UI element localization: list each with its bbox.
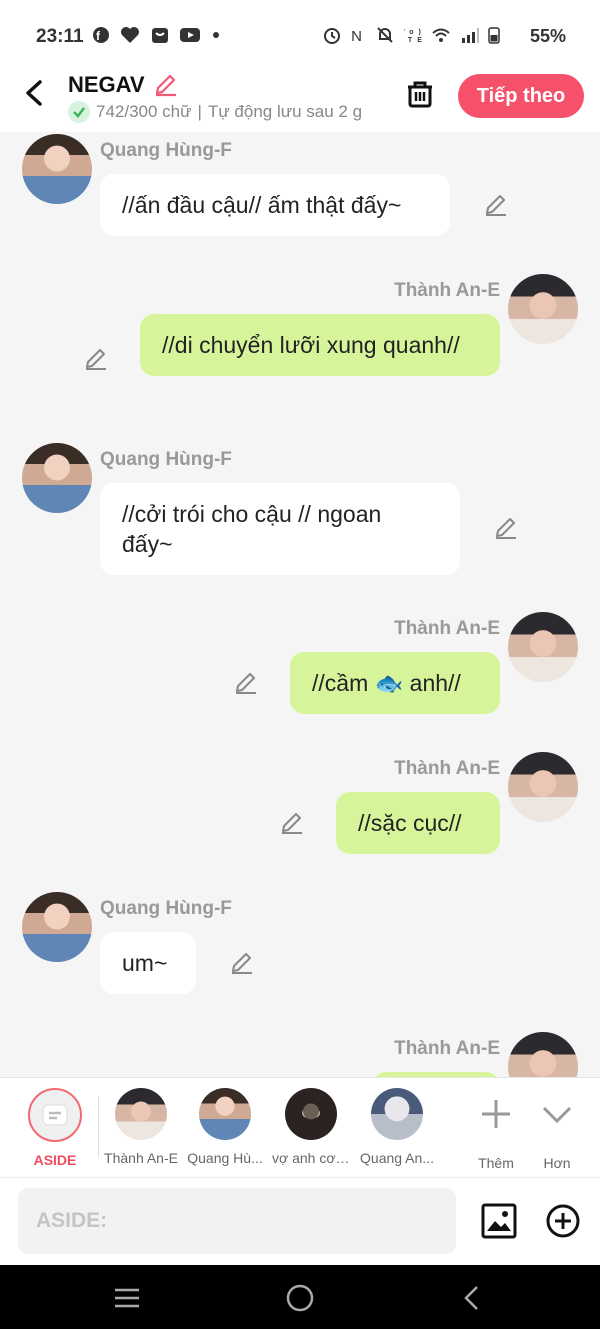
avatar-quang-hung[interactable] [22,892,92,962]
aside-icon [28,1088,82,1142]
avatar [199,1088,251,1140]
character-aside[interactable]: ASIDE [16,1088,94,1168]
sender-name: Quang Hùng-F [100,140,232,161]
status-separator: | [197,102,202,121]
svg-text:f: f [96,29,106,43]
autosave-status: Tự động lưu sau 2 g [207,102,363,121]
character-vo-anh[interactable]: vợ anh cơ ... [272,1088,350,1166]
check-icon [68,101,90,123]
message-bubble[interactable]: //di chuyển lưỡi xung quanh// [140,314,500,376]
wifi-icon [432,28,450,42]
avatar-quang-hung[interactable] [22,134,92,204]
message-bubble[interactable]: //cầm 🐟 anh// [290,652,500,714]
character-quang-hung[interactable]: Quang Hù... [186,1088,264,1166]
svg-text:N: N [351,28,367,44]
message-bubble[interactable]: um~ [100,932,196,994]
youtube-icon [180,28,201,42]
alarm-icon [324,28,341,44]
battery-icon [488,27,500,44]
system-icons: N Vo)LTE [323,26,500,49]
trash-icon[interactable] [404,78,436,110]
story-title[interactable]: NEGAV [68,72,145,98]
editor-header: NEGAV 742/300 chữ | Tự động lưu sau 2 g … [0,70,600,132]
volte-icon: Vo)LTE [399,29,422,44]
avatar-quang-hung[interactable] [22,443,92,513]
input-bar [0,1177,600,1265]
avatar-thanh-an[interactable] [508,1032,578,1077]
plus-icon [482,1100,510,1128]
word-count: 742/300 chữ [96,102,192,121]
shop-icon [151,28,168,43]
message-input[interactable] [18,1188,456,1254]
svg-text:LTE: LTE [404,37,422,44]
character-label: vợ anh cơ ... [272,1150,350,1166]
mute-icon [377,27,393,43]
character-label: Quang An... [360,1150,434,1166]
edit-message-icon[interactable] [228,950,254,976]
dot-icon [212,32,219,38]
home-icon[interactable] [285,1283,315,1313]
character-label: Thành An-E [104,1150,178,1166]
edit-message-icon[interactable] [482,192,508,218]
avatar [371,1088,423,1140]
sender-name: Quang Hùng-F [100,898,232,919]
image-icon[interactable] [480,1202,518,1240]
notification-icons: f [92,26,220,49]
signal-icon [461,28,479,43]
status-bar: 23:11 f N Vo)LTE 55% [0,0,600,70]
sender-name: Thành An-E [394,618,500,639]
edit-message-icon[interactable] [492,515,518,541]
chat-area[interactable]: Quang Hùng-F //ấn đầu cậu// ấm thật đấy~… [0,132,600,1077]
battery-level: 55% [529,26,566,46]
more-button[interactable]: Hơn [522,1088,592,1171]
next-button[interactable]: Tiếp theo [458,74,584,118]
edit-message-icon[interactable] [232,670,258,696]
avatar-thanh-an[interactable] [508,752,578,822]
sender-name: Thành An-E [394,1038,500,1059]
recent-apps-icon[interactable] [112,1283,142,1313]
edit-title-icon[interactable] [152,72,178,98]
character-label: Quang Hù... [187,1150,263,1166]
character-label: ASIDE [33,1152,77,1168]
back-arrow-icon[interactable] [20,78,50,108]
facebook-icon: f [93,27,109,43]
edit-message-icon[interactable] [278,810,304,836]
system-nav-bar [0,1265,600,1329]
message-bubble[interactable]: //cởi trói cho cậu // ngoan đấy~ [100,483,460,575]
status-time: 23:11 [36,26,84,47]
svg-text:Vo): Vo) [404,29,422,36]
avatar [115,1088,167,1140]
chevron-down-icon [542,1106,572,1124]
character-quang-an[interactable]: Quang An... [358,1088,436,1166]
sender-name: Thành An-E [394,280,500,301]
avatar-thanh-an[interactable] [508,612,578,682]
avatar [285,1088,337,1140]
character-bar: ASIDE Thành An-E Quang Hù... vợ anh cơ .… [0,1077,600,1177]
edit-message-icon[interactable] [82,346,108,372]
add-circle-icon[interactable] [544,1202,582,1240]
back-icon[interactable] [458,1283,488,1313]
more-label: Hơn [543,1155,571,1171]
sender-name: Thành An-E [394,758,500,779]
avatar-thanh-an[interactable] [508,274,578,344]
message-bubble[interactable]: //ấn đầu cậu// ấm thật đấy~ [100,174,450,236]
divider [98,1096,99,1158]
sender-name: Quang Hùng-F [100,449,232,470]
nfc-icon: N [351,28,367,45]
character-thanh-an[interactable]: Thành An-E [102,1088,180,1166]
word-count-status: 742/300 chữ | Tự động lưu sau 2 g [68,101,362,123]
message-bubble[interactable]: //sặc cục// [336,792,500,854]
heart-app-icon [121,27,140,43]
